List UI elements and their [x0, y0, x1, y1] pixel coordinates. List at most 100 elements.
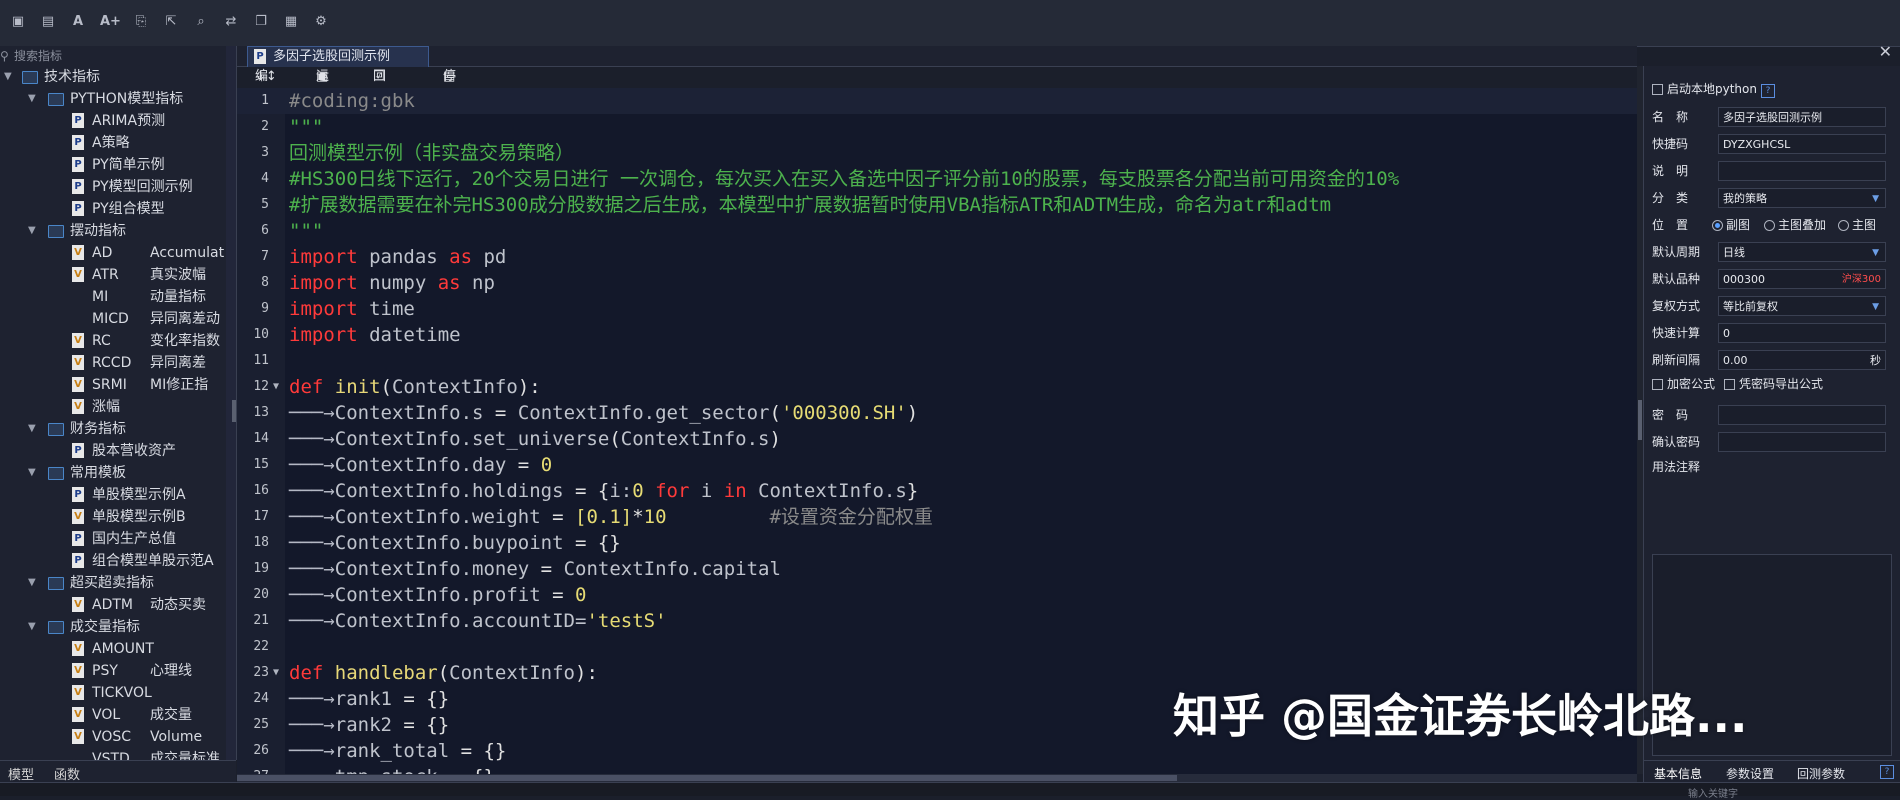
fold-icon[interactable]: ▼	[273, 374, 279, 400]
chevron-down-icon[interactable]: ▼	[28, 418, 36, 440]
code-line[interactable]: 10 import datetime	[237, 322, 1637, 348]
local-python-checkbox[interactable]	[1652, 84, 1663, 95]
tree-group[interactable]: ▼ 摆动指标	[0, 220, 236, 242]
tree-group[interactable]: ▼ 常用模板	[0, 462, 236, 484]
tree-item[interactable]: V VOL 成交量	[0, 704, 236, 726]
tree-item[interactable]: V PSY 心理线	[0, 660, 236, 682]
code-line[interactable]: 2 """	[237, 114, 1637, 140]
tree-item[interactable]: P 股本营收资产	[0, 440, 236, 462]
code-line[interactable]: 4 #HS300日线下运行，20个交易日进行 一次调仓，每次买入在买入备选中因子评…	[237, 166, 1637, 192]
tree-item[interactable]: V 涨幅	[0, 396, 236, 418]
font-decrease-icon[interactable]: A	[70, 14, 86, 30]
tree-group[interactable]: ▼ 超买超卖指标	[0, 572, 236, 594]
tree-item[interactable]: P 国内生产总值	[0, 528, 236, 550]
code-line[interactable]: 22	[237, 634, 1637, 660]
tree-item[interactable]: P ARIMA预测	[0, 110, 236, 132]
code-line[interactable]: 8 import numpy as np	[237, 270, 1637, 296]
tree-group[interactable]: ▼ 成交量指标	[0, 616, 236, 638]
code-line[interactable]: 18 ───→ContextInfo.buypoint = {}	[237, 530, 1637, 556]
editor-horizontal-scrollbar[interactable]	[237, 774, 1637, 782]
tree-item[interactable]: MICD 异同离差动	[0, 308, 236, 330]
refresh-field[interactable]: 0.00 秒	[1718, 350, 1886, 370]
tab-params[interactable]: 参数设置	[1726, 765, 1774, 782]
indicator-search[interactable]: ⚲ 搜索指标	[0, 46, 236, 66]
chevron-down-icon[interactable]: ▼	[28, 462, 36, 484]
tree-item[interactable]: V ADTM 动态买卖	[0, 594, 236, 616]
chevron-down-icon[interactable]: ▼	[4, 66, 12, 88]
code-line[interactable]: 9 import time	[237, 296, 1637, 322]
code-line[interactable]: 27 ───→tmp_stock = {}	[237, 764, 1637, 774]
tree-group[interactable]: ▼ 财务指标	[0, 418, 236, 440]
tree-item[interactable]: P 组合模型单股示范A	[0, 550, 236, 572]
tree-item[interactable]: VSTD 成交量标准	[0, 748, 236, 760]
copy-icon[interactable]: ❐	[253, 14, 269, 30]
code-line[interactable]: 13 ───→ContextInfo.s = ContextInfo.get_se…	[237, 400, 1637, 426]
tree-item[interactable]: V AMOUNT	[0, 638, 236, 660]
code-line[interactable]: 16 ───→ContextInfo.holdings = {i:0 for i …	[237, 478, 1637, 504]
scrollbar-thumb[interactable]	[237, 775, 1177, 781]
code-line[interactable]: 15 ───→ContextInfo.day = 0	[237, 452, 1637, 478]
settings-icon[interactable]: ⚙	[313, 14, 329, 30]
save-icon[interactable]: ▣	[10, 14, 26, 30]
tab-basic-info[interactable]: 基本信息	[1654, 765, 1702, 782]
chevron-down-icon[interactable]: ▼	[28, 220, 36, 242]
tree-item[interactable]: V AD Accumulat	[0, 242, 236, 264]
splitter-handle[interactable]	[1638, 400, 1642, 440]
save-as-icon[interactable]: ▤	[40, 14, 56, 30]
font-increase-icon[interactable]: A+	[100, 14, 121, 30]
code-line[interactable]: 20 ───→ContextInfo.profit = 0	[237, 582, 1637, 608]
tab-model[interactable]: 模型	[8, 764, 34, 783]
description-field[interactable]	[1718, 161, 1886, 181]
tab-function[interactable]: 函数	[54, 764, 80, 783]
code-line[interactable]: 7 import pandas as pd	[237, 244, 1637, 270]
fold-icon[interactable]: ▼	[273, 660, 279, 686]
find-icon[interactable]: ⌕	[193, 14, 209, 30]
tree-item[interactable]: V RCCD 异同离差	[0, 352, 236, 374]
export-icon[interactable]: ⇱	[163, 14, 179, 30]
chevron-down-icon[interactable]: ▼	[28, 572, 36, 594]
tab-strategy-file[interactable]: P 多因子选股回测示例	[247, 46, 429, 67]
tree-item[interactable]: V ATR 真实波幅	[0, 264, 236, 286]
tree-item[interactable]: P PY简单示例	[0, 154, 236, 176]
tree-item[interactable]: P 单股模型示例A	[0, 484, 236, 506]
code-line[interactable]: 21 ───→ContextInfo.accountID='testS'	[237, 608, 1637, 634]
tree-root[interactable]: ▼ 技术指标	[0, 66, 236, 88]
category-select[interactable]: 我的策略 ▼	[1718, 188, 1886, 208]
encrypt-option[interactable]: 加密公式	[1652, 377, 1715, 391]
help-icon[interactable]: ?	[1760, 84, 1775, 98]
code-line[interactable]: 11	[237, 348, 1637, 374]
tree-item[interactable]: V SRMI MI修正指	[0, 374, 236, 396]
tree-item[interactable]: MI 动量指标	[0, 286, 236, 308]
position-overlay[interactable]: 主图叠加	[1764, 214, 1826, 236]
import-icon[interactable]: ⎘	[133, 14, 149, 30]
tree-item[interactable]: P PY组合模型	[0, 198, 236, 220]
shortcut-code-field[interactable]: DYZXGHCSL	[1718, 134, 1886, 154]
code-line[interactable]: 19 ───→ContextInfo.money = ContextInfo.ca…	[237, 556, 1637, 582]
tree-item[interactable]: V 单股模型示例B	[0, 506, 236, 528]
tree-item[interactable]: V TICKVOL	[0, 682, 236, 704]
fast-calc-field[interactable]: 0	[1718, 323, 1886, 343]
code-line[interactable]: 6 """	[237, 218, 1637, 244]
chevron-down-icon[interactable]: ▼	[28, 88, 36, 110]
tree-group[interactable]: ▼ PYTHON模型指标	[0, 88, 236, 110]
keyword-search[interactable]: 输入关键字	[1688, 785, 1738, 800]
help-icon[interactable]: ?	[1880, 765, 1894, 779]
password-field[interactable]	[1718, 405, 1886, 425]
tree-item[interactable]: V RC 变化率指数	[0, 330, 236, 352]
paste-icon[interactable]: ▦	[283, 14, 299, 30]
position-main[interactable]: 主图	[1838, 214, 1876, 236]
export-option[interactable]: 凭密码导出公式	[1724, 373, 1823, 395]
replace-icon[interactable]: ⇄	[223, 14, 239, 30]
close-icon[interactable]: ✕	[1879, 42, 1892, 61]
encrypt-checkbox[interactable]	[1652, 379, 1663, 390]
export-checkbox[interactable]	[1724, 379, 1735, 390]
code-line[interactable]: 3 回测模型示例（非实盘交易策略）	[237, 140, 1637, 166]
position-sub-chart[interactable]: 副图	[1712, 214, 1750, 236]
tree-item[interactable]: P PY模型回测示例	[0, 176, 236, 198]
sidebar-collapse-handle[interactable]	[232, 400, 236, 422]
name-field[interactable]: 多因子选股回测示例	[1718, 107, 1886, 127]
tree-item[interactable]: V VOSC Volume	[0, 726, 236, 748]
chevron-down-icon[interactable]: ▼	[28, 616, 36, 638]
code-line[interactable]: 1 #coding:gbk	[237, 88, 1637, 114]
confirm-password-field[interactable]	[1718, 432, 1886, 452]
